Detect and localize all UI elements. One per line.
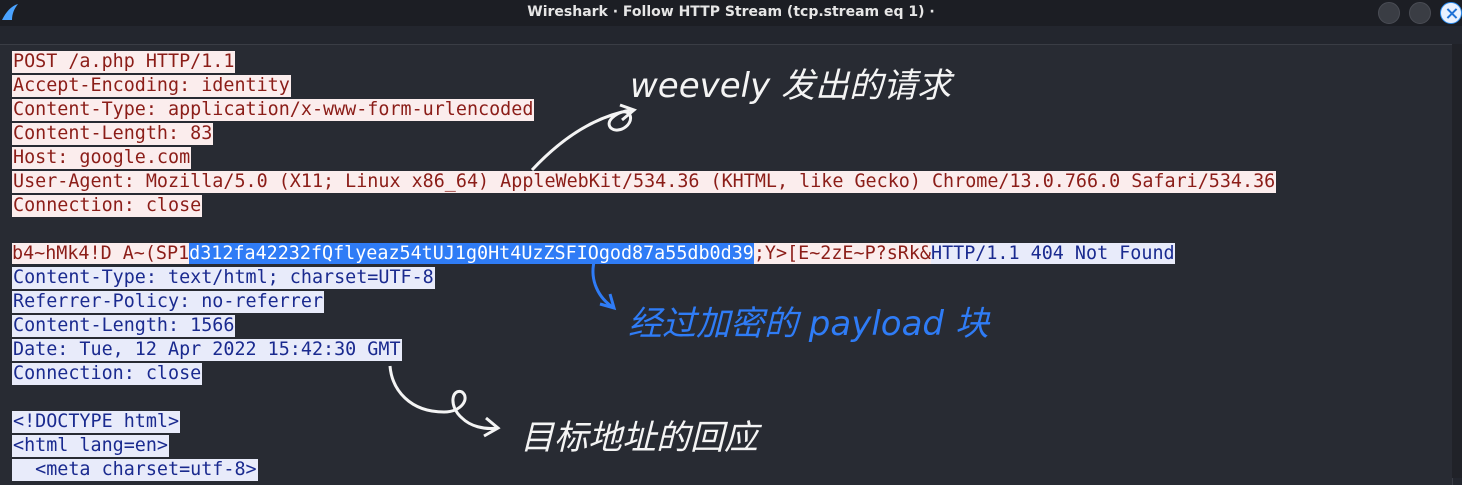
annotation-arrows	[388, 103, 637, 438]
request-arrow	[530, 108, 635, 172]
response-arrow	[388, 365, 499, 430]
